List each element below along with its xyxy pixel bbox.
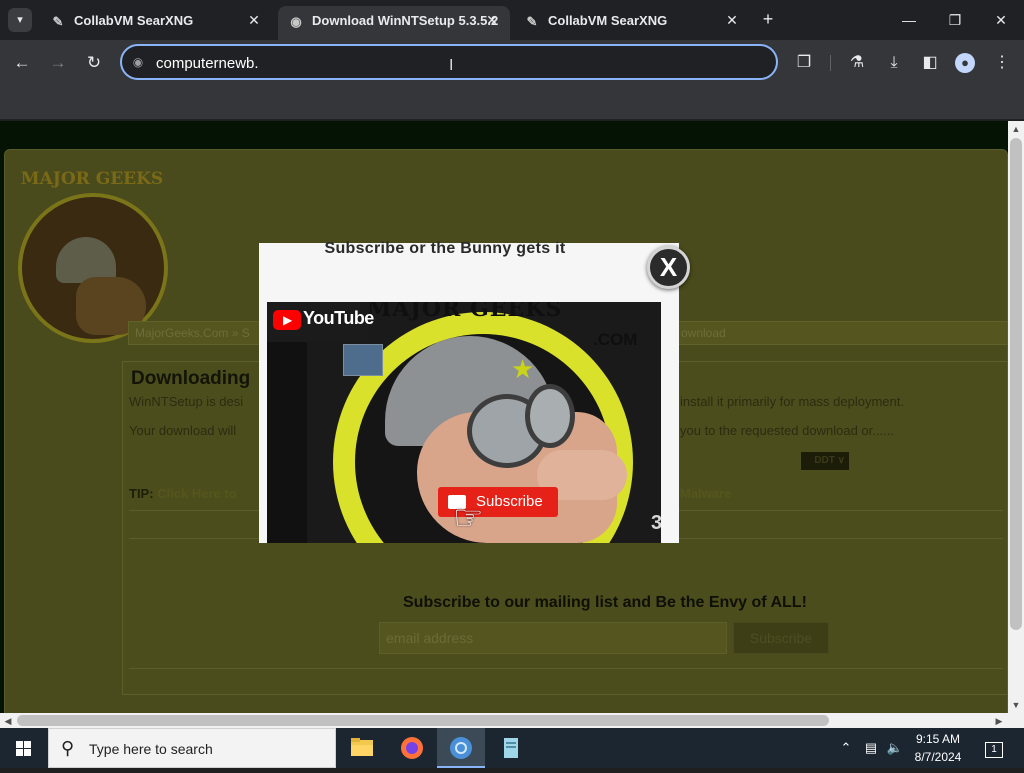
new-tab-button[interactable]: + (758, 9, 778, 29)
forward-arrow-icon[interactable]: → (46, 51, 70, 75)
notifications-button[interactable]: 1 (980, 728, 1008, 768)
toolbar-divider (830, 55, 831, 71)
site-favicon-icon: ✎ (526, 14, 538, 29)
notepad-app[interactable] (487, 728, 535, 768)
tip-link[interactable]: Click Here to (157, 486, 236, 501)
subscribe-label: Subscribe (476, 493, 543, 510)
chrome-icon (450, 737, 472, 759)
page-heading: Downloading (131, 368, 251, 389)
popup-title: Subscribe or the Bunny gets it (324, 240, 566, 257)
breadcrumb-right: ownload (681, 326, 726, 340)
site-favicon-icon: ✎ (52, 14, 64, 29)
text-cursor-icon: I (449, 57, 453, 75)
bookmarks-bar (0, 86, 1024, 120)
notepad-icon (504, 738, 518, 758)
tab-title: CollabVM SearXNG (548, 13, 668, 28)
youtube-logo-icon: ▶ (273, 310, 301, 330)
back-arrow-icon[interactable]: ← (10, 51, 34, 75)
restore-icon[interactable]: ❐ (943, 8, 967, 32)
desktop-thumbnail-icon (343, 344, 383, 376)
reload-icon[interactable]: ↻ (82, 51, 106, 75)
clock-date: 8/7/2024 (914, 750, 962, 764)
close-tab-icon[interactable]: ✕ (484, 12, 500, 28)
tip-line: TIP: Click Here to (129, 486, 237, 501)
close-tab-icon[interactable]: ✕ (246, 12, 262, 28)
alternate-download-label: DDT (814, 455, 835, 466)
windows-logo-icon (16, 741, 31, 756)
scroll-down-icon[interactable]: ▼ (1008, 697, 1024, 713)
notification-count: 1 (985, 742, 1003, 758)
taskbar-search-placeholder: Type here to search (89, 741, 213, 757)
close-tab-icon[interactable]: ✕ (724, 12, 740, 28)
breadcrumb-left[interactable]: MajorGeeks.Com » S (135, 326, 250, 340)
side-panel-icon[interactable]: ◧ (918, 51, 942, 75)
file-explorer-app[interactable] (338, 728, 386, 768)
windows-taskbar: ⚲ Type here to search ⌃ ▤ 🔈 9:15 AM 8/7/… (0, 728, 1024, 768)
labs-flask-icon[interactable]: ⚗ (845, 51, 869, 75)
site-favicon-icon: ◉ (290, 14, 302, 29)
site-logo[interactable]: MAJOR GEEKS (12, 161, 172, 343)
tab-search-button[interactable]: ▾ (8, 8, 32, 32)
tab-winntsetup[interactable]: ◉ Download WinNTSetup 5.3.5.2 ✕ (278, 6, 510, 40)
tab-title: Download WinNTSetup 5.3.5.2 (312, 13, 499, 28)
clock-time: 9:15 AM (915, 732, 961, 746)
profile-avatar-icon[interactable]: ● (953, 51, 977, 75)
download-notice-right: you to the requested download or...... (680, 423, 894, 438)
scroll-left-icon[interactable]: ◀ (0, 713, 16, 729)
divider (129, 668, 1003, 669)
hand-pointer-icon: ☞ (453, 499, 484, 537)
taskbar-search[interactable]: ⚲ Type here to search (48, 728, 336, 768)
description-left: WinNTSetup is desi (129, 394, 244, 409)
video-logo-com: .COM (593, 330, 638, 349)
start-button[interactable] (0, 728, 48, 768)
alternate-download-button[interactable]: DDT ∨ (801, 452, 849, 470)
firefox-app[interactable] (388, 728, 436, 768)
star-icon: ★ (511, 354, 535, 384)
system-clock[interactable]: 9:15 AM 8/7/2024 (904, 730, 972, 766)
tab-title: CollabVM SearXNG (74, 13, 194, 28)
mailing-list-title: Subscribe to our mailing list and Be the… (403, 594, 807, 611)
youtube-wordmark: YouTube (303, 308, 374, 328)
popup-close-button[interactable]: X (647, 246, 690, 289)
video-goggle-right (525, 384, 575, 448)
extensions-icon[interactable]: ❐ (792, 51, 816, 75)
download-notice-left: Your download will (129, 423, 237, 438)
video-left-strip (267, 342, 307, 543)
description-right: install it primarily for mass deployment… (680, 394, 904, 409)
tab-strip: ▾ ✎ CollabVM SearXNG ✕ ◉ Download WinNTS… (0, 0, 1024, 40)
show-hidden-icons-icon[interactable]: ⌃ (836, 728, 856, 768)
firefox-icon (401, 737, 423, 759)
tip-label: TIP: (129, 486, 154, 501)
mailing-subscribe-button[interactable]: Subscribe (733, 622, 829, 654)
folder-icon (351, 738, 373, 756)
video-corner-number: 3 (651, 512, 661, 534)
search-icon: ⚲ (61, 738, 75, 758)
scroll-right-icon[interactable]: ▶ (991, 713, 1007, 729)
download-icon[interactable]: ⤓ (882, 51, 906, 75)
tab-collabvm-2[interactable]: ✎ CollabVM SearXNG ✕ (514, 6, 746, 40)
close-window-icon[interactable]: ✕ (989, 8, 1013, 32)
video-logo-title: MAJOR GEEKS (367, 302, 563, 322)
menu-kebab-icon[interactable]: ⋮ (990, 51, 1014, 75)
malware-link[interactable]: Malware (680, 486, 731, 501)
tab-collabvm-1[interactable]: ✎ CollabVM SearXNG ✕ (40, 6, 272, 40)
scroll-up-icon[interactable]: ▲ (1008, 121, 1024, 137)
browser-toolbar: ← → ↻ ◉ ❐ ⚗ ⤓ ◧ ● ⋮ (0, 40, 1024, 86)
youtube-branding[interactable]: ▶ YouTube (267, 302, 374, 342)
vertical-scroll-thumb[interactable] (1010, 138, 1022, 630)
popup-close-label: X (659, 252, 678, 282)
network-icon[interactable]: ▤ (860, 728, 882, 768)
volume-muted-icon[interactable]: 🔈 (884, 728, 906, 768)
site-info-icon[interactable]: ◉ (130, 54, 146, 70)
minimize-icon[interactable]: — (897, 8, 921, 32)
youtube-video-embed[interactable]: MAJOR GEEKS .COM ★ ▶ YouTube Subscribe ☞… (267, 302, 661, 543)
chrome-app[interactable] (437, 728, 485, 768)
email-field[interactable]: email address (379, 622, 727, 654)
horizontal-scroll-thumb[interactable] (17, 715, 829, 726)
address-input[interactable] (156, 52, 756, 74)
logo-wordmark: MAJOR GEEKS (20, 169, 164, 189)
